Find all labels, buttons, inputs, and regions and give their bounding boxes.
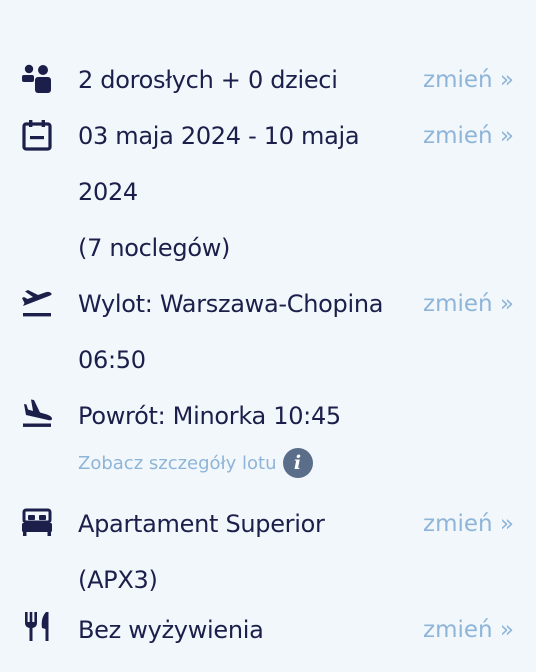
return-text: Powrót: Minorka 10:45 — [78, 402, 341, 430]
plane-takeoff-icon — [20, 286, 54, 320]
room-text: Apartament Superior (APX3) — [78, 510, 325, 594]
change-travelers-link[interactable]: zmień » — [423, 52, 514, 108]
change-departure-link[interactable]: zmień » — [423, 276, 514, 332]
change-room-link[interactable]: zmień » — [423, 496, 514, 552]
dates-text: 03 maja 2024 - 10 maja 2024 (7 noclegów) — [78, 122, 360, 262]
change-board-link[interactable]: zmień » — [423, 602, 514, 658]
cutlery-icon — [20, 610, 54, 644]
flight-details-link[interactable]: Zobacz szczegóły lotu i — [78, 448, 313, 478]
plane-landing-icon — [20, 396, 54, 430]
info-icon[interactable]: i — [282, 448, 313, 478]
departure-text: Wylot: Warszawa-Chopina 06:50 — [78, 290, 384, 374]
flight-details-label[interactable]: Zobacz szczegóły lotu — [78, 453, 277, 474]
family-icon — [20, 62, 54, 96]
bed-icon — [20, 506, 54, 540]
board-text: Bez wyżywienia — [78, 616, 264, 644]
change-dates-link[interactable]: zmień » — [423, 108, 514, 164]
calendar-icon — [20, 118, 54, 152]
travelers-text: 2 dorosłych + 0 dzieci — [78, 66, 338, 94]
